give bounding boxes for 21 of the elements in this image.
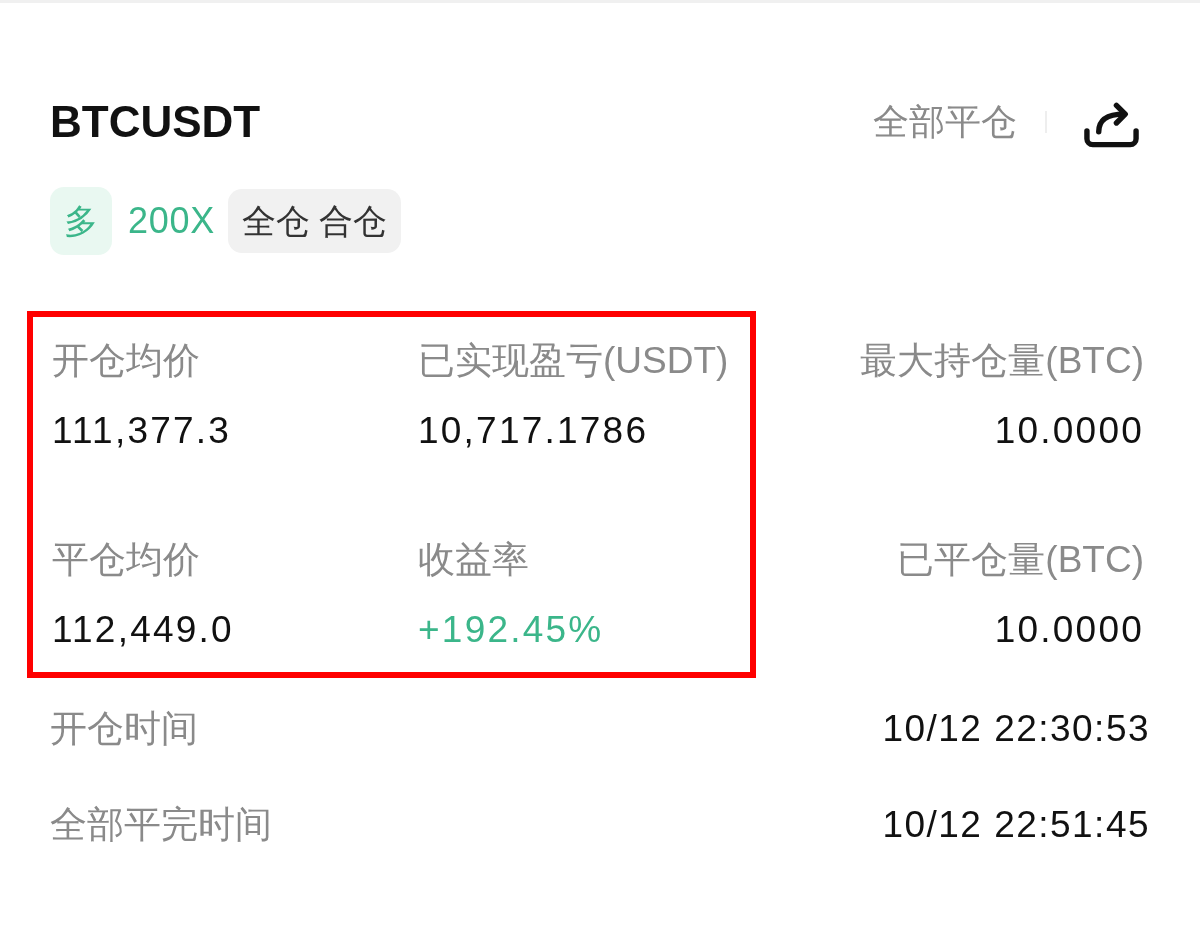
stat-label: 已平仓量(BTC)	[897, 538, 1144, 582]
stat-value: 10.0000	[994, 409, 1144, 453]
stat-label: 收益率	[418, 538, 529, 582]
stat-label: 最大持仓量(BTC)	[860, 339, 1144, 383]
long-side-tag: 多	[50, 187, 112, 255]
time-value: 10/12 22:30:53	[882, 707, 1150, 751]
leverage-label: 200X	[128, 203, 215, 239]
time-label: 全部平完时间	[50, 803, 272, 847]
stat-value: 10,717.1786	[418, 409, 649, 453]
time-label: 开仓时间	[50, 707, 198, 751]
close-all-button[interactable]: 全部平仓	[873, 104, 1017, 140]
stat-value: 10.0000	[994, 608, 1144, 652]
stat-label: 平仓均价	[52, 538, 200, 582]
stat-value: 111,377.3	[52, 409, 232, 453]
stat-value: +192.45%	[418, 608, 604, 652]
stat-label: 已实现盈亏(USDT)	[418, 339, 729, 383]
margin-mode-tag: 全仓 合仓	[227, 189, 402, 253]
time-value: 10/12 22:51:45	[882, 803, 1150, 847]
stat-value: 112,449.0	[52, 608, 234, 652]
stat-label: 开仓均价	[52, 339, 200, 383]
symbol-title: BTCUSDT	[50, 100, 261, 144]
